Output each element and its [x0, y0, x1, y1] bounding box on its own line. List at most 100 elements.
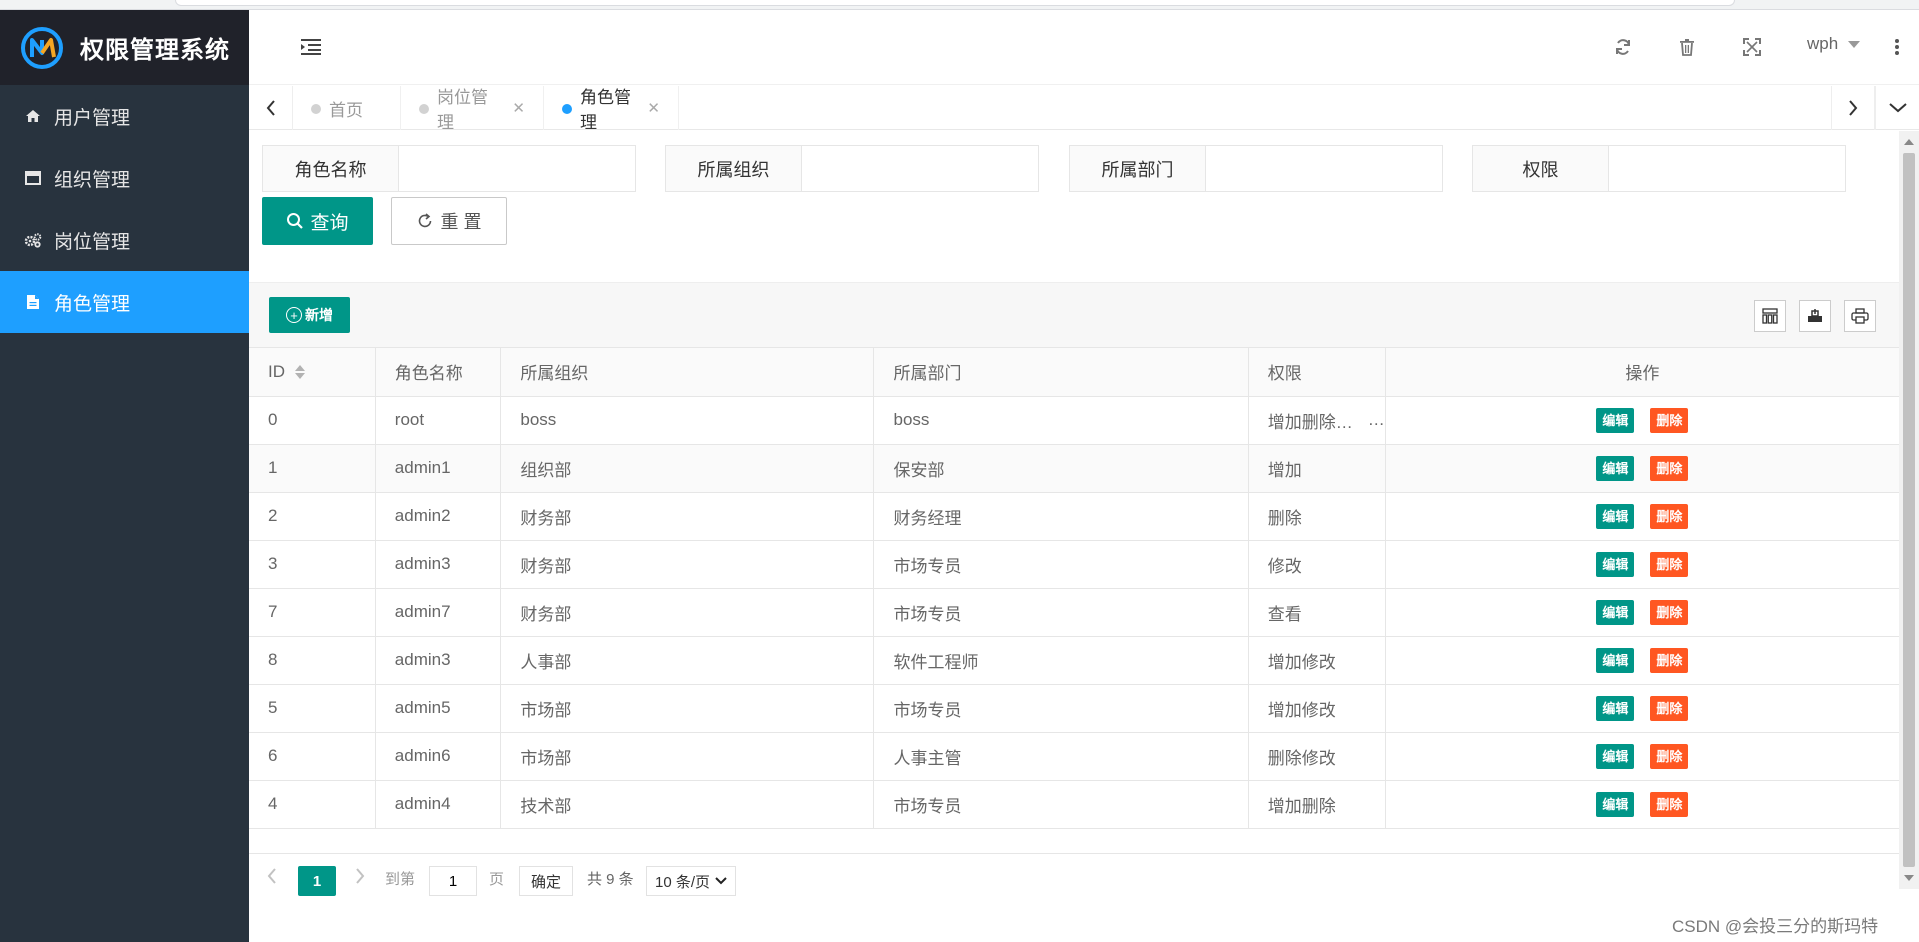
export-icon[interactable] — [1799, 300, 1831, 332]
cell-actions: 编辑 删除 — [1385, 492, 1899, 541]
cell-actions: 编辑 删除 — [1385, 684, 1899, 733]
reset-button[interactable]: 重 置 — [391, 197, 507, 245]
filter-label: 权限 — [1473, 146, 1609, 191]
prev-page-icon[interactable] — [267, 868, 277, 884]
search-icon — [286, 212, 304, 230]
tab-label: 岗位管理 — [437, 88, 488, 132]
table-row: 1 admin1 组织部 保安部 增加 编辑 删除 — [249, 444, 1899, 493]
edit-button[interactable]: 编辑 — [1596, 599, 1635, 625]
confirm-button[interactable]: 确定 — [519, 866, 573, 896]
edit-button[interactable]: 编辑 — [1596, 791, 1635, 817]
edit-button[interactable]: 编辑 — [1596, 695, 1635, 721]
table-toolbar: + 新增 — [249, 282, 1899, 348]
scroll-down-icon[interactable] — [1904, 875, 1914, 881]
edit-button[interactable]: 编辑 — [1596, 551, 1635, 577]
page-unit-label: 页 — [489, 871, 505, 888]
cell-actions: 编辑 删除 — [1385, 636, 1899, 685]
sidebar-item-role-management[interactable]: 角色管理 — [0, 271, 249, 333]
delete-button[interactable]: 删除 — [1650, 407, 1689, 433]
cell-role-name: admin2 — [375, 492, 502, 541]
sidebar-item-org-management[interactable]: 组织管理 — [0, 147, 249, 209]
cell-department: 财务经理 — [873, 492, 1249, 541]
refresh-icon — [416, 212, 434, 230]
sidebar-item-label: 岗位管理 — [54, 231, 131, 253]
tab-label: 首页 — [329, 100, 363, 120]
gears-icon — [24, 231, 42, 249]
chevron-down-icon — [715, 877, 727, 885]
organization-input[interactable] — [802, 146, 1038, 191]
next-page-icon[interactable] — [355, 868, 365, 884]
table-row: 8 admin3 人事部 软件工程师 增加修改 编辑 删除 — [249, 636, 1899, 685]
menu-toggle-icon[interactable] — [301, 38, 321, 56]
address-bar — [175, 0, 1735, 6]
cell-id: 3 — [249, 540, 376, 589]
edit-button[interactable]: 编辑 — [1596, 455, 1635, 481]
add-button[interactable]: + 新增 — [269, 297, 350, 333]
column-header-id[interactable]: ID — [249, 348, 376, 397]
cell-permission: 增加修改 — [1248, 684, 1386, 733]
more-vertical-icon[interactable] — [1886, 36, 1908, 58]
tab-home[interactable]: 首页 — [293, 86, 401, 130]
tab-dot — [562, 104, 572, 114]
delete-button[interactable]: 删除 — [1650, 743, 1689, 769]
page-current[interactable]: 1 — [298, 866, 336, 896]
scroll-thumb[interactable] — [1903, 153, 1915, 867]
tab-scroll-right-icon[interactable] — [1831, 86, 1875, 130]
permission-input[interactable] — [1609, 146, 1845, 191]
edit-button[interactable]: 编辑 — [1596, 407, 1635, 433]
sidebar-item-label: 角色管理 — [54, 293, 131, 315]
close-icon[interactable]: ✕ — [512, 99, 525, 117]
cell-id: 5 — [249, 684, 376, 733]
scroll-up-icon[interactable] — [1904, 139, 1914, 145]
tab-role-management[interactable]: 角色管理 ✕ — [544, 86, 679, 132]
filter-label: 所属部门 — [1070, 146, 1206, 191]
table-row: 5 admin5 市场部 市场专员 增加修改 编辑 删除 — [249, 684, 1899, 733]
tab-scroll-left-icon[interactable] — [249, 86, 293, 130]
main-content: 角色名称 所属组织 所属部门 权限 查询 重 置 + 新增 ID 角色名称 所属… — [249, 131, 1899, 942]
columns-filter-icon[interactable] — [1754, 300, 1786, 332]
logo-bar: 权限管理系统 — [0, 10, 249, 85]
refresh-icon[interactable] — [1612, 36, 1634, 58]
sidebar-item-user-management[interactable]: 用户管理 — [0, 85, 249, 147]
sort-icon[interactable] — [295, 365, 305, 380]
vertical-scrollbar[interactable] — [1899, 131, 1919, 889]
logo-icon — [21, 26, 63, 69]
cell-actions: 编辑 删除 — [1385, 588, 1899, 637]
delete-button[interactable]: 删除 — [1650, 695, 1689, 721]
page-size-select[interactable]: 10 条/页 — [646, 866, 736, 896]
delete-button[interactable]: 删除 — [1650, 647, 1689, 673]
delete-button[interactable]: 删除 — [1650, 503, 1689, 529]
user-menu[interactable]: wph — [1807, 34, 1861, 54]
total-count: 共 9 条 — [587, 871, 634, 888]
close-icon[interactable]: ✕ — [647, 99, 660, 117]
edit-button[interactable]: 编辑 — [1596, 503, 1635, 529]
column-header-permission: 权限 — [1248, 348, 1386, 397]
cell-id: 4 — [249, 780, 376, 829]
filter-label: 角色名称 — [263, 146, 399, 191]
delete-button[interactable]: 删除 — [1650, 455, 1689, 481]
edit-button[interactable]: 编辑 — [1596, 647, 1635, 673]
delete-button[interactable]: 删除 — [1650, 551, 1689, 577]
table-row: 3 admin3 财务部 市场专员 修改 编辑 删除 — [249, 540, 1899, 589]
cell-department: 市场专员 — [873, 588, 1249, 637]
delete-button[interactable]: 删除 — [1650, 599, 1689, 625]
cell-organization: 组织部 — [500, 444, 875, 493]
cell-role-name: admin4 — [375, 780, 502, 829]
delete-button[interactable]: 删除 — [1650, 791, 1689, 817]
print-icon[interactable] — [1844, 300, 1876, 332]
tab-post-management[interactable]: 岗位管理 ✕ — [401, 86, 544, 132]
tab-bar: 首页 岗位管理 ✕ 角色管理 ✕ — [249, 86, 1919, 132]
role-name-input[interactable] — [399, 146, 635, 191]
edit-button[interactable]: 编辑 — [1596, 743, 1635, 769]
trash-icon[interactable] — [1676, 36, 1698, 58]
fullscreen-icon[interactable] — [1741, 36, 1763, 58]
cell-id: 7 — [249, 588, 376, 637]
page-jump-input[interactable] — [429, 866, 477, 896]
column-header-department: 所属部门 — [873, 348, 1249, 397]
query-button[interactable]: 查询 — [262, 197, 373, 245]
cell-id: 2 — [249, 492, 376, 541]
tab-menu-chevron-down-icon[interactable] — [1875, 86, 1919, 130]
cell-role-name: admin6 — [375, 732, 502, 781]
department-input[interactable] — [1206, 146, 1442, 191]
sidebar-item-post-management[interactable]: 岗位管理 — [0, 209, 249, 271]
